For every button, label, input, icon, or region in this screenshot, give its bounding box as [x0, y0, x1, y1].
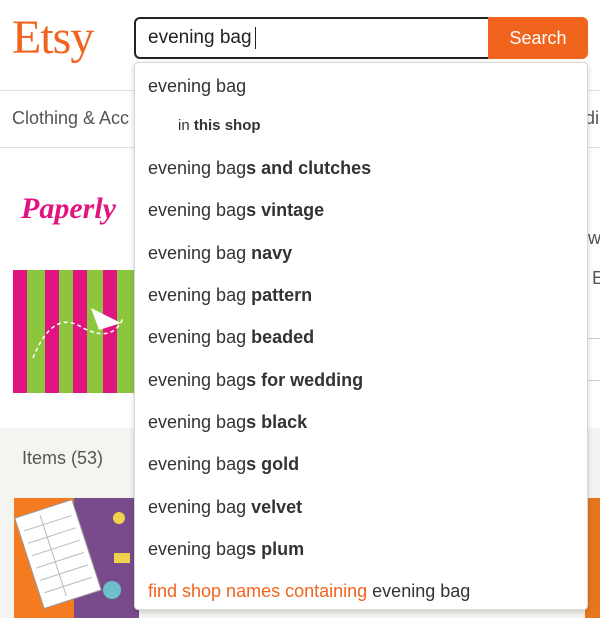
suggestion-base: evening bag — [148, 285, 252, 305]
suggestion-item[interactable]: evening bags gold — [148, 452, 299, 476]
suggestion-item[interactable]: evening bag — [148, 74, 246, 98]
suggestion-item[interactable]: evening bag navy — [148, 241, 292, 265]
find-shop-term: evening bag — [372, 581, 471, 601]
suggestion-completion: velvet — [251, 497, 303, 517]
suggestion-completion: s for wedding — [246, 370, 364, 390]
suggestion-completion: beaded — [251, 327, 315, 347]
suggestion-base: evening bag — [148, 497, 252, 517]
suggestion-base: evening bag — [148, 243, 252, 263]
banner-edge-text-1: w — [588, 228, 600, 248]
text-caret — [255, 27, 256, 49]
suggestion-in-shop[interactable]: in this shop — [178, 115, 261, 137]
suggestion-completion: navy — [251, 243, 293, 263]
suggestion-completion: s and clutches — [246, 158, 372, 178]
suggestion-item[interactable]: evening bags and clutches — [148, 156, 371, 180]
search-suggestions-dropdown: evening bag in this shop evening bags an… — [134, 62, 588, 610]
search-button[interactable]: Search — [488, 17, 588, 59]
suggestion-base: evening bag — [148, 539, 247, 559]
etsy-logo[interactable]: Etsy — [12, 10, 94, 66]
suggestion-item[interactable]: evening bags for wedding — [148, 368, 363, 392]
suggestion-base: evening bag — [148, 200, 247, 220]
banner-edge-text-2: E — [592, 268, 600, 288]
search-input[interactable] — [134, 17, 490, 59]
in-shop-label: this shop — [193, 117, 261, 134]
suggestion-item[interactable]: evening bag velvet — [148, 495, 302, 519]
suggestion-item[interactable]: evening bag beaded — [148, 325, 314, 349]
suggestion-completion: pattern — [251, 285, 313, 305]
nav-item-clothing[interactable]: Clothing & Acc — [12, 108, 129, 129]
suggestion-completion: s gold — [246, 454, 300, 474]
suggestion-completion: s vintage — [246, 200, 325, 220]
listing-thumbnail[interactable] — [14, 498, 139, 618]
paperly-banner-art: Paperly — [13, 178, 138, 393]
suggestion-completion: s plum — [246, 539, 305, 559]
suggestion-item[interactable]: evening bag pattern — [148, 283, 312, 307]
suggestion-item[interactable]: evening bags plum — [148, 537, 304, 561]
suggestion-item[interactable]: evening bags black — [148, 410, 307, 434]
suggestion-base: evening bag — [148, 158, 247, 178]
suggestion-base: evening bag — [148, 327, 252, 347]
suggestion-item[interactable]: evening bags vintage — [148, 198, 324, 222]
suggestion-base: evening bag — [148, 412, 247, 432]
find-shop-names-link[interactable]: find shop names containing evening bag — [148, 579, 470, 603]
find-shop-prefix: find shop names containing — [148, 581, 368, 601]
listing-thumbnail-art — [14, 498, 139, 618]
svg-text:Paperly: Paperly — [20, 192, 117, 225]
in-shop-prefix: in — [178, 117, 190, 134]
items-count-label: Items (53) — [22, 448, 104, 468]
suggestion-completion: s black — [246, 412, 308, 432]
suggestion-base: evening bag — [148, 370, 247, 390]
shop-banner-image[interactable]: Paperly — [13, 178, 138, 393]
suggestion-base: evening bag — [148, 454, 247, 474]
